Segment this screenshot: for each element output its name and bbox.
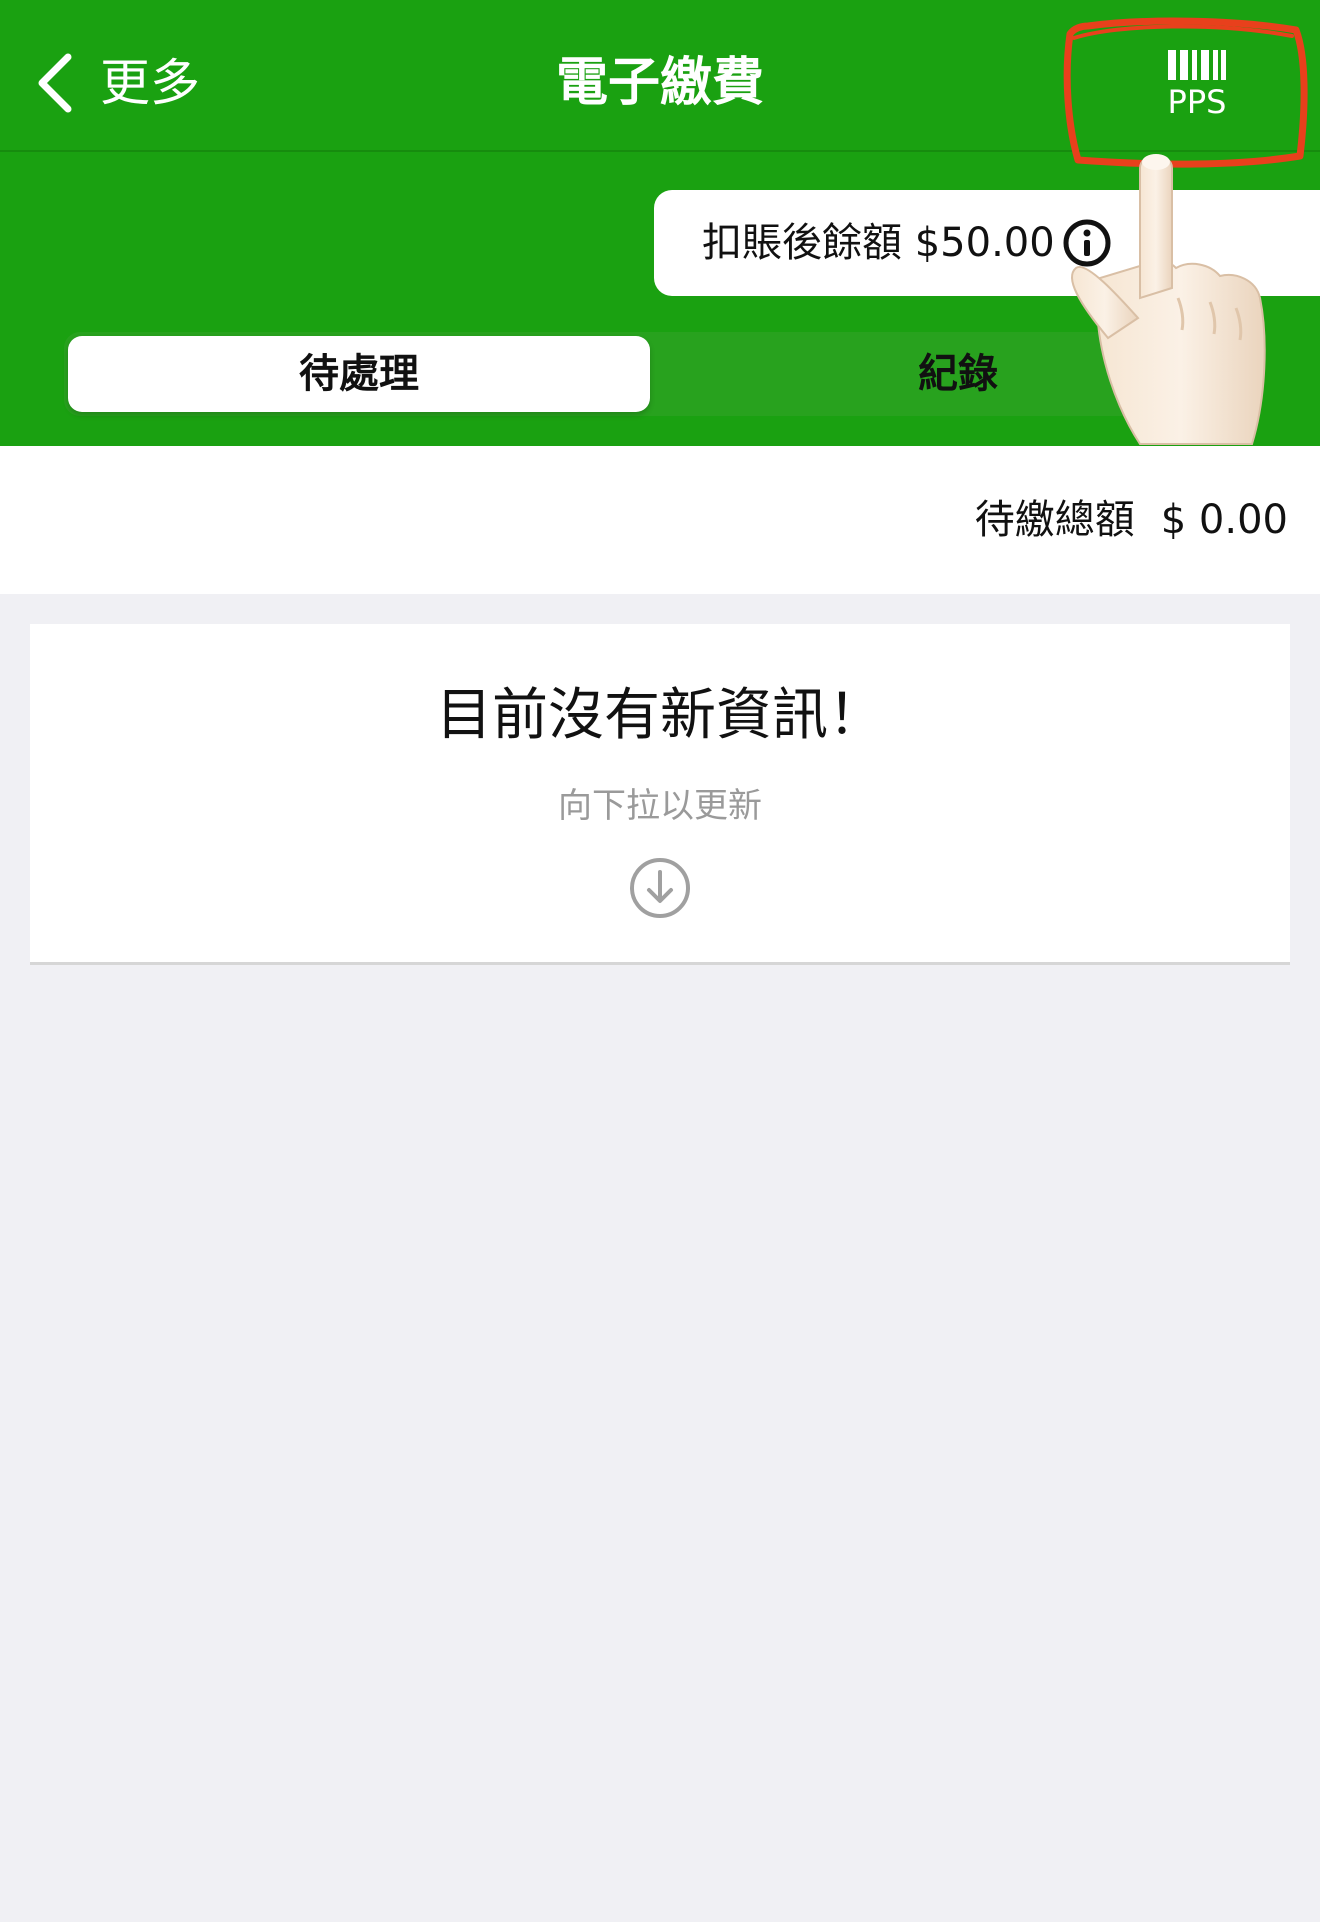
balance-card: 扣賬後餘額 $50.00: [654, 190, 1320, 296]
total-label: 待繳總額: [974, 497, 1135, 543]
pending-total-row: 待繳總額 $ 0.00: [0, 446, 1320, 594]
barcode-icon: [1168, 50, 1226, 84]
empty-state-title: 目前沒有新資訊！: [436, 683, 884, 748]
balance-amount: $50.00: [914, 220, 1055, 266]
balance-label: 扣賬後餘額: [702, 220, 902, 266]
arrow-down-circle-icon[interactable]: [628, 856, 692, 920]
pending-total: 待繳總額 $ 0.00: [975, 446, 1288, 594]
tab-history[interactable]: 紀錄: [668, 336, 1248, 412]
app-header: 更多 電子繳費 PPS 扣賬後餘額 $50.00 待處理 紀錄: [0, 0, 1320, 446]
navigation-bar: 更多 電子繳費 PPS: [0, 0, 1320, 152]
balance-text: 扣賬後餘額 $50.00: [702, 190, 1055, 296]
tab-pending[interactable]: 待處理: [68, 336, 650, 412]
pps-label: PPS: [1167, 83, 1227, 121]
empty-state-subtitle: 向下拉以更新: [558, 786, 762, 826]
total-amount: $ 0.00: [1160, 497, 1288, 543]
info-icon[interactable]: [1062, 218, 1112, 268]
pps-button[interactable]: PPS: [1150, 42, 1244, 128]
segmented-tabs: 待處理 紀錄: [64, 332, 1258, 416]
page-title: 電子繳費: [555, 53, 764, 113]
empty-state-card: 目前沒有新資訊！ 向下拉以更新: [30, 624, 1290, 965]
